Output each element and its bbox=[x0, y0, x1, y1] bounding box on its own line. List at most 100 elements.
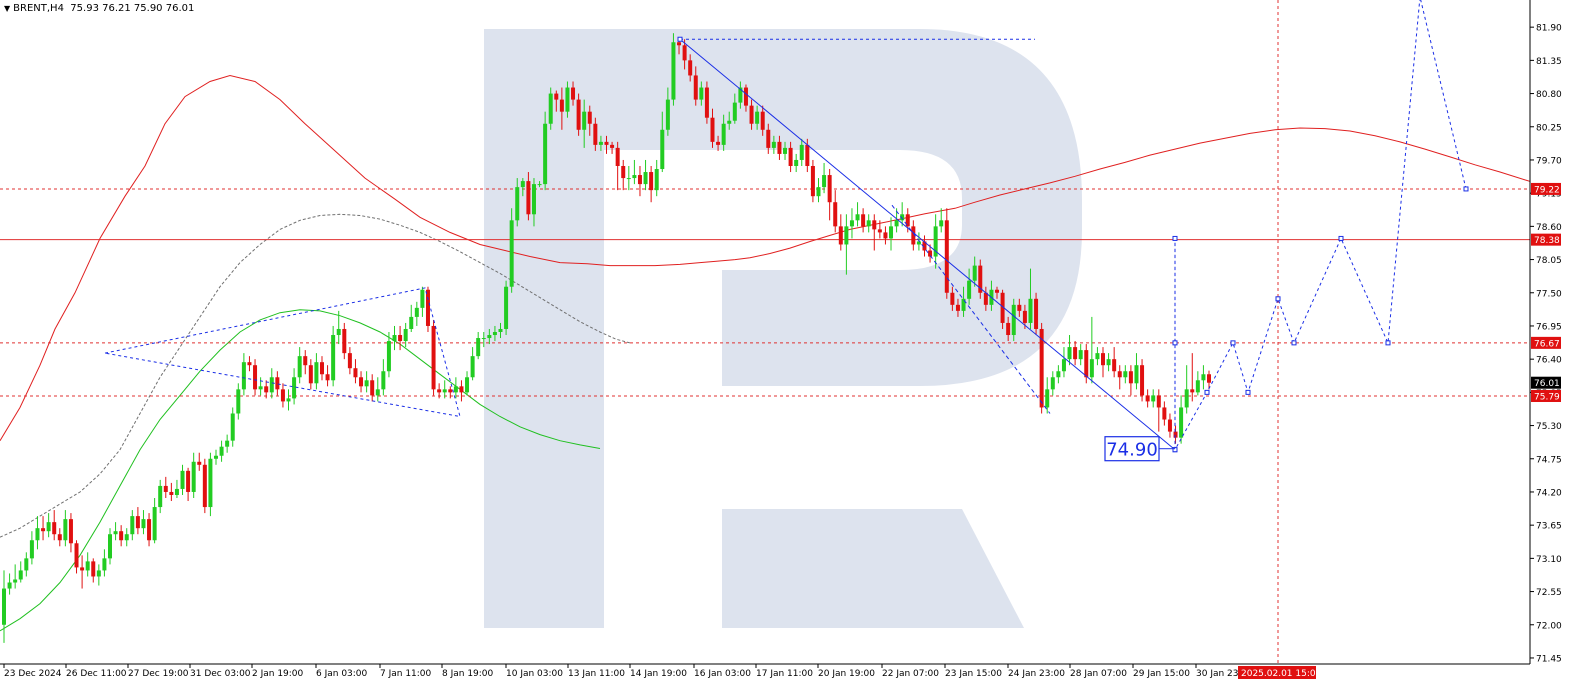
candle bbox=[258, 377, 263, 396]
candle-body bbox=[955, 304, 960, 311]
candle-body bbox=[1117, 371, 1122, 378]
candle-body bbox=[637, 175, 642, 185]
candle-body bbox=[18, 570, 23, 580]
candle bbox=[1167, 413, 1172, 438]
candle-body bbox=[1140, 365, 1145, 396]
forecast-point bbox=[1245, 389, 1251, 395]
candle bbox=[163, 476, 168, 498]
candle-body bbox=[515, 187, 520, 221]
candle-body bbox=[855, 214, 860, 221]
price-badge-label: 76.67 bbox=[1534, 339, 1560, 349]
candle bbox=[96, 564, 101, 586]
candle-body bbox=[844, 226, 849, 245]
candle-body bbox=[571, 87, 576, 100]
time-tick-label: 22 Jan 07:00 bbox=[882, 669, 939, 679]
candle bbox=[1201, 365, 1206, 390]
candle bbox=[1095, 347, 1100, 366]
candle bbox=[615, 141, 620, 191]
candle-body bbox=[191, 461, 196, 492]
candle-body bbox=[838, 226, 843, 245]
candle bbox=[1056, 365, 1061, 384]
candle-body bbox=[794, 159, 799, 166]
price-tick-label: 78.60 bbox=[1536, 223, 1562, 233]
time-badge-label: 2025.02.01 15:00 bbox=[1241, 669, 1322, 679]
candle bbox=[643, 159, 648, 191]
candle bbox=[409, 304, 414, 332]
candle-body bbox=[470, 356, 475, 378]
candle bbox=[197, 452, 202, 471]
watermark-logo bbox=[484, 29, 1082, 628]
candle bbox=[107, 528, 112, 565]
candle bbox=[7, 573, 12, 595]
candle-body bbox=[247, 362, 252, 366]
price-tick-label: 73.10 bbox=[1536, 555, 1562, 565]
candle-body bbox=[186, 470, 191, 492]
candle bbox=[1151, 389, 1156, 408]
candle bbox=[325, 365, 330, 387]
candle-body bbox=[80, 567, 85, 571]
candle-body bbox=[1034, 298, 1039, 329]
candle bbox=[398, 325, 403, 351]
candle-body bbox=[398, 335, 403, 342]
candle-body bbox=[1095, 353, 1100, 360]
candle-body bbox=[783, 147, 788, 154]
candle bbox=[1190, 353, 1195, 402]
candle-body bbox=[604, 141, 609, 145]
candle-body bbox=[688, 60, 693, 76]
candle-body bbox=[63, 519, 68, 541]
forecast-path bbox=[1174, 0, 1467, 452]
candle bbox=[420, 286, 425, 317]
candle bbox=[191, 452, 196, 498]
candle bbox=[576, 93, 581, 136]
candle bbox=[1073, 341, 1078, 366]
candle-body bbox=[805, 144, 810, 166]
candle bbox=[1034, 292, 1039, 336]
candle bbox=[319, 356, 324, 381]
candle-body bbox=[308, 365, 313, 384]
candle-body bbox=[74, 543, 79, 568]
candle-body bbox=[414, 307, 419, 317]
candle-body bbox=[537, 184, 542, 186]
candle-body bbox=[124, 534, 129, 541]
candle-body bbox=[147, 519, 152, 541]
candle bbox=[381, 359, 386, 396]
candle bbox=[431, 319, 436, 396]
candle-body bbox=[771, 141, 776, 148]
candle-body bbox=[704, 87, 709, 118]
price-tick-label: 74.20 bbox=[1536, 488, 1562, 498]
candle-body bbox=[1112, 359, 1117, 372]
candle bbox=[1179, 395, 1184, 444]
candle bbox=[1162, 401, 1167, 426]
candle bbox=[392, 325, 397, 351]
price-tick-label: 81.90 bbox=[1536, 24, 1562, 34]
candle-body bbox=[152, 507, 157, 541]
candle-body bbox=[1073, 347, 1078, 360]
candle-body bbox=[492, 332, 497, 336]
candle-body bbox=[381, 371, 386, 390]
candle bbox=[230, 407, 235, 447]
price-tick-label: 71.45 bbox=[1536, 654, 1562, 664]
candle-body bbox=[504, 286, 509, 329]
candle-body bbox=[716, 141, 721, 145]
price-chart[interactable]: 71.45 72.00 72.55 73.10 73.65 74.20 74.75 75.30… bbox=[0, 0, 1594, 694]
candle-body bbox=[677, 42, 682, 46]
candle-body bbox=[119, 531, 124, 541]
candle-body bbox=[1011, 304, 1016, 336]
candle bbox=[1039, 322, 1044, 414]
candle bbox=[18, 561, 23, 583]
candle-body bbox=[660, 129, 665, 170]
candle bbox=[35, 516, 40, 550]
candle bbox=[370, 374, 375, 402]
candle-body bbox=[169, 491, 174, 495]
candle-body bbox=[353, 368, 358, 378]
candle bbox=[414, 301, 419, 326]
candle-body bbox=[877, 229, 882, 233]
candle bbox=[63, 510, 68, 547]
time-tick-label: 7 Jan 11:00 bbox=[380, 669, 432, 679]
dropdown-triangle-icon[interactable]: ▼ bbox=[4, 4, 10, 13]
candle bbox=[359, 371, 364, 393]
candle-body bbox=[487, 335, 492, 339]
candle-body bbox=[543, 123, 548, 185]
candle-body bbox=[46, 522, 51, 532]
candle bbox=[219, 440, 224, 462]
